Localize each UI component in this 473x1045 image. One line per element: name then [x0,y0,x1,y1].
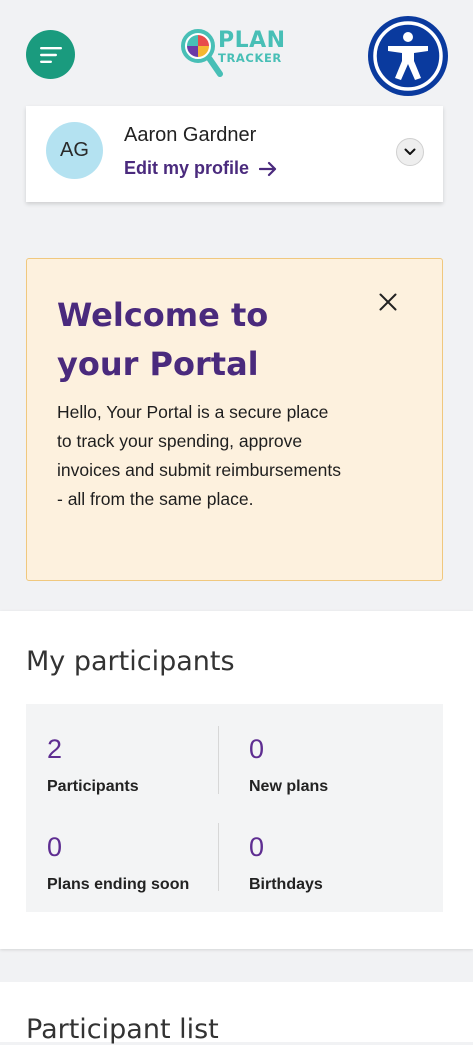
logo-text-tracker: TRACKER [218,51,282,65]
profile-card: AG Aaron Gardner Edit my profile [26,106,443,202]
section-title: Participant list [26,1014,219,1045]
accessibility-button[interactable] [368,16,448,96]
menu-button[interactable] [26,30,75,79]
stat-birthdays[interactable]: 0 Birthdays [249,832,434,912]
chevron-down-icon [404,148,416,155]
welcome-title: Welcome to your Portal [57,296,269,383]
participant-stats: 2 Participants 0 New plans 0 Plans endin… [26,704,443,912]
participants-section: My participants 2 Participants 0 New pla… [0,611,473,949]
welcome-close-button[interactable] [375,289,401,315]
stat-plans-ending-soon[interactable]: 0 Plans ending soon [47,832,232,912]
stat-value: 2 [47,734,63,764]
stat-label: Birthdays [249,876,323,893]
close-icon [379,293,397,311]
accessibility-person-icon [373,21,443,91]
edit-profile-link[interactable]: Edit my profile [124,158,277,179]
avatar: AG [46,122,103,179]
stat-value: 0 [249,832,265,862]
logo-text-plan: PLAN [218,28,286,53]
stat-value: 0 [249,734,265,764]
stat-label: Participants [47,778,139,795]
edit-profile-label: Edit my profile [124,158,250,178]
profile-expand-button[interactable] [396,138,424,166]
stat-divider [218,823,219,891]
menu-lines-icon [39,46,62,63]
arrow-right-icon [259,161,277,176]
participant-list-section: Participant list [0,982,473,1045]
welcome-banner: Welcome to your Portal Hello, Your Porta… [26,258,443,581]
welcome-body: Hello, Your Portal is a secure place to … [57,402,342,509]
stat-new-plans[interactable]: 0 New plans [249,734,434,814]
stat-participants[interactable]: 2 Participants [47,734,232,814]
stat-label: Plans ending soon [47,876,190,893]
stat-divider [218,726,219,794]
stat-label: New plans [249,778,329,795]
section-title: My participants [26,646,235,677]
app-header: PLAN TRACKER [0,0,473,100]
plan-tracker-logo[interactable]: PLAN TRACKER [180,26,290,82]
stat-value: 0 [47,832,63,862]
profile-name: Aaron Gardner [124,124,257,146]
